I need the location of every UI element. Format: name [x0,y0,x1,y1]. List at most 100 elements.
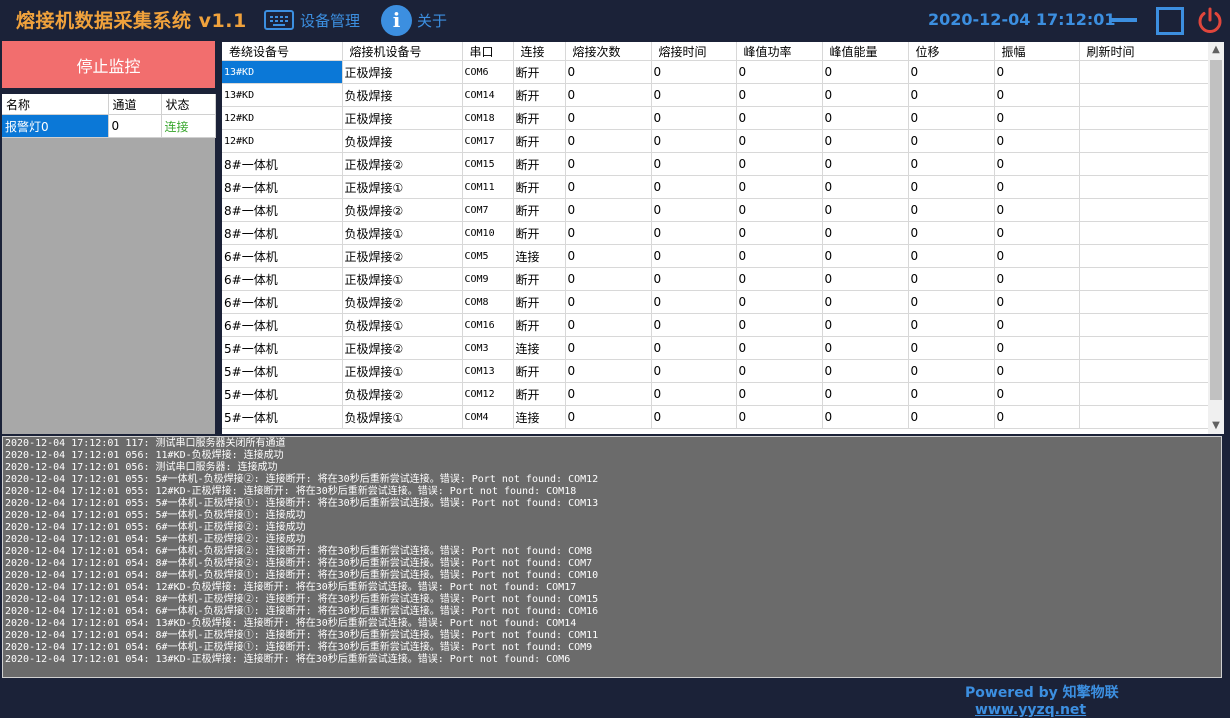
displacement-cell[interactable]: 0 [908,336,995,360]
connection-cell[interactable]: 断开 [513,267,566,291]
peak-energy-cell[interactable]: 0 [822,152,909,176]
peak-power-cell[interactable]: 0 [736,152,823,176]
welder-cell[interactable]: 正极焊接 [342,106,463,130]
device-col-header[interactable]: 熔接时间 [651,42,737,61]
amplitude-cell[interactable]: 0 [994,60,1080,84]
refresh-time-cell[interactable] [1079,60,1209,84]
peak-power-cell[interactable]: 0 [736,129,823,153]
winder-cell[interactable]: 6#一体机 [222,244,343,268]
displacement-cell[interactable]: 0 [908,405,995,429]
winder-cell[interactable]: 5#一体机 [222,336,343,360]
table-row[interactable]: 12#KD 正极焊接 COM18 断开 0 0 0 0 0 0 [222,106,1209,130]
peak-power-cell[interactable]: 0 [736,244,823,268]
displacement-cell[interactable]: 0 [908,129,995,153]
port-cell[interactable]: COM10 [462,221,514,245]
weld-time-cell[interactable]: 0 [651,221,737,245]
amplitude-cell[interactable]: 0 [994,152,1080,176]
amplitude-cell[interactable]: 0 [994,382,1080,406]
port-cell[interactable]: COM12 [462,382,514,406]
welder-cell[interactable]: 负极焊接 [342,129,463,153]
refresh-time-cell[interactable] [1079,267,1209,291]
displacement-cell[interactable]: 0 [908,290,995,314]
log-panel[interactable]: 2020-12-04 17:12:01 117: 测试串口服务器关闭所有通道 20… [2,436,1222,678]
displacement-cell[interactable]: 0 [908,244,995,268]
peak-energy-cell[interactable]: 0 [822,60,909,84]
weld-count-cell[interactable]: 0 [565,336,652,360]
connection-cell[interactable]: 断开 [513,129,566,153]
device-col-header[interactable]: 振幅 [994,42,1080,61]
alarm-col-header[interactable]: 状态 [161,94,216,115]
peak-energy-cell[interactable]: 0 [822,198,909,222]
refresh-time-cell[interactable] [1079,290,1209,314]
winder-cell[interactable]: 6#一体机 [222,290,343,314]
weld-time-cell[interactable]: 0 [651,336,737,360]
weld-count-cell[interactable]: 0 [565,313,652,337]
vertical-scrollbar[interactable]: ▲ ▼ [1208,42,1224,434]
welder-cell[interactable]: 正极焊接② [342,152,463,176]
amplitude-cell[interactable]: 0 [994,175,1080,199]
port-cell[interactable]: COM5 [462,244,514,268]
peak-power-cell[interactable]: 0 [736,290,823,314]
weld-time-cell[interactable]: 0 [651,382,737,406]
connection-cell[interactable]: 断开 [513,221,566,245]
connection-cell[interactable]: 断开 [513,175,566,199]
weld-time-cell[interactable]: 0 [651,129,737,153]
refresh-time-cell[interactable] [1079,382,1209,406]
welder-cell[interactable]: 负极焊接① [342,221,463,245]
welder-cell[interactable]: 正极焊接② [342,244,463,268]
port-cell[interactable]: COM17 [462,129,514,153]
device-col-header[interactable]: 峰值功率 [736,42,823,61]
refresh-time-cell[interactable] [1079,244,1209,268]
connection-cell[interactable]: 断开 [513,313,566,337]
maximize-button[interactable] [1156,7,1184,35]
table-row[interactable]: 8#一体机 正极焊接② COM15 断开 0 0 0 0 0 0 [222,152,1209,176]
table-row[interactable]: 6#一体机 负极焊接② COM8 断开 0 0 0 0 0 0 [222,290,1209,314]
table-row[interactable]: 8#一体机 正极焊接① COM11 断开 0 0 0 0 0 0 [222,175,1209,199]
winder-cell[interactable]: 13#KD [222,60,343,84]
weld-time-cell[interactable]: 0 [651,152,737,176]
amplitude-cell[interactable]: 0 [994,405,1080,429]
connection-cell[interactable]: 断开 [513,290,566,314]
winder-cell[interactable]: 8#一体机 [222,221,343,245]
welder-cell[interactable]: 负极焊接② [342,382,463,406]
table-row[interactable]: 5#一体机 正极焊接② COM3 连接 0 0 0 0 0 0 [222,336,1209,360]
peak-power-cell[interactable]: 0 [736,336,823,360]
peak-power-cell[interactable]: 0 [736,83,823,107]
displacement-cell[interactable]: 0 [908,175,995,199]
weld-count-cell[interactable]: 0 [565,60,652,84]
table-row[interactable]: 5#一体机 负极焊接② COM12 断开 0 0 0 0 0 0 [222,382,1209,406]
weld-count-cell[interactable]: 0 [565,221,652,245]
peak-energy-cell[interactable]: 0 [822,129,909,153]
weld-count-cell[interactable]: 0 [565,359,652,383]
weld-time-cell[interactable]: 0 [651,198,737,222]
peak-energy-cell[interactable]: 0 [822,106,909,130]
amplitude-cell[interactable]: 0 [994,290,1080,314]
scroll-thumb[interactable] [1210,60,1222,400]
alarm-status-cell[interactable]: 连接 [161,114,216,138]
weld-count-cell[interactable]: 0 [565,129,652,153]
amplitude-cell[interactable]: 0 [994,198,1080,222]
refresh-time-cell[interactable] [1079,405,1209,429]
peak-power-cell[interactable]: 0 [736,198,823,222]
table-row[interactable]: 12#KD 负极焊接 COM17 断开 0 0 0 0 0 0 [222,129,1209,153]
welder-cell[interactable]: 负极焊接① [342,313,463,337]
refresh-time-cell[interactable] [1079,152,1209,176]
port-cell[interactable]: COM13 [462,359,514,383]
table-row[interactable]: 8#一体机 负极焊接① COM10 断开 0 0 0 0 0 0 [222,221,1209,245]
connection-cell[interactable]: 断开 [513,106,566,130]
weld-count-cell[interactable]: 0 [565,83,652,107]
port-cell[interactable]: COM7 [462,198,514,222]
winder-cell[interactable]: 12#KD [222,129,343,153]
winder-cell[interactable]: 6#一体机 [222,313,343,337]
displacement-cell[interactable]: 0 [908,106,995,130]
device-col-header[interactable]: 峰值能量 [822,42,909,61]
stop-monitor-button[interactable]: 停止监控 [2,41,215,88]
weld-count-cell[interactable]: 0 [565,244,652,268]
port-cell[interactable]: COM11 [462,175,514,199]
scroll-up-icon[interactable]: ▲ [1208,42,1224,58]
displacement-cell[interactable]: 0 [908,60,995,84]
winder-cell[interactable]: 5#一体机 [222,359,343,383]
winder-cell[interactable]: 6#一体机 [222,267,343,291]
displacement-cell[interactable]: 0 [908,359,995,383]
welder-cell[interactable]: 正极焊接① [342,359,463,383]
